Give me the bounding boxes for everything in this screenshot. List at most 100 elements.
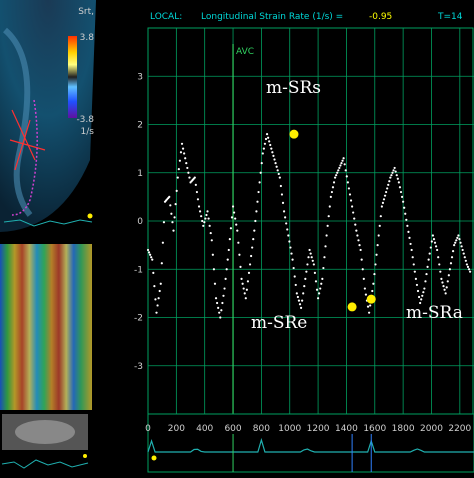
trace-point: [355, 229, 358, 232]
trace-point: [200, 215, 203, 218]
trace-point: [304, 277, 307, 280]
trace-point: [368, 311, 371, 314]
x-tick-label: 800: [253, 424, 270, 434]
trace-point: [424, 280, 427, 283]
trace-point: [410, 248, 413, 252]
trace-point: [230, 216, 234, 219]
trace-point: [448, 268, 452, 271]
trace-point: [204, 217, 207, 220]
trace-point: [236, 229, 239, 232]
trace-point: [357, 239, 360, 242]
trace-point: [239, 265, 242, 268]
trace-point: [284, 216, 287, 219]
trace-point: [223, 287, 226, 290]
trace-point: [181, 147, 185, 150]
trace-point: [226, 258, 229, 261]
trace-point: [461, 248, 464, 252]
trace-point: [272, 154, 275, 157]
y-tick-label: 0: [137, 217, 143, 227]
trace-point: [175, 189, 178, 192]
trace-point: [347, 187, 351, 190]
header-t-label: T=14: [437, 12, 463, 22]
trace-point: [411, 256, 414, 259]
trace-point: [186, 166, 189, 170]
trace-point: [373, 272, 376, 276]
echo-ecg-marker: [87, 213, 93, 219]
x-tick-label: 2200: [448, 424, 471, 434]
trace-point: [278, 176, 281, 179]
trace-point: [176, 176, 179, 179]
trace-point: [420, 298, 423, 301]
trace-point: [394, 170, 397, 173]
trace-point: [460, 245, 463, 248]
trace-point: [149, 253, 152, 256]
trace-point: [202, 224, 205, 227]
trace-point: [329, 195, 332, 198]
trace-point: [229, 227, 233, 230]
x-tick-label: 0: [145, 424, 151, 434]
trace-point: [385, 190, 388, 194]
trace-point: [443, 288, 446, 291]
trace-point: [225, 268, 228, 271]
scale-unit-label: Srt,: [78, 7, 94, 17]
trace-point: [466, 265, 470, 268]
trace-point: [193, 176, 196, 179]
x-tick-label: 1200: [307, 424, 330, 434]
trace-point: [376, 244, 379, 247]
thumbnail-ecg-trace: [1, 459, 89, 469]
x-tick-label: 200: [168, 424, 185, 434]
trace-point: [382, 198, 386, 201]
annotation-m-sre: m-SRe: [251, 313, 307, 333]
trace-point: [321, 277, 324, 280]
trace-point: [403, 206, 406, 209]
y-tick-label: -3: [134, 362, 143, 372]
y-tick-label: 2: [137, 121, 143, 131]
trace-point: [287, 234, 290, 237]
trace-point: [447, 274, 450, 277]
trace-point: [412, 263, 415, 266]
trace-point: [437, 256, 440, 259]
trace-point: [290, 252, 293, 255]
trace-point: [396, 177, 399, 180]
trace-point: [417, 295, 421, 299]
peak-marker: [366, 294, 376, 304]
trace-point: [374, 263, 377, 266]
trace-point: [279, 184, 282, 188]
trace-point: [425, 272, 428, 276]
trace-point: [423, 287, 426, 290]
trace-point: [306, 263, 309, 266]
trace-point: [359, 248, 362, 252]
trace-point: [445, 286, 448, 289]
trace-point: [316, 297, 320, 300]
trace-point: [213, 282, 217, 285]
trace-point: [222, 294, 225, 297]
trace-point: [184, 157, 187, 160]
trace-point: [391, 171, 394, 174]
trace-point: [242, 287, 245, 290]
color-mmode-panel: [0, 244, 92, 410]
trace-point: [150, 256, 153, 259]
trace-point: [336, 171, 339, 174]
trace-point: [433, 241, 437, 244]
trace-point: [224, 277, 227, 280]
trace-point: [172, 229, 175, 232]
trace-point: [238, 253, 241, 256]
trace-point: [280, 193, 284, 196]
trace-point: [416, 289, 420, 293]
trace-point: [277, 172, 280, 176]
trace-point: [440, 277, 443, 280]
trace-point: [251, 246, 254, 249]
trace-point: [415, 283, 419, 287]
trace-point: [178, 159, 181, 162]
trace-point: [343, 163, 346, 166]
trace-point: [409, 242, 412, 246]
trace-point: [180, 142, 184, 145]
trace-point: [259, 171, 262, 174]
trace-point: [312, 263, 315, 266]
trace-point: [210, 239, 213, 242]
trace-point: [146, 248, 150, 252]
trace-point: [158, 289, 161, 293]
trace-point: [268, 140, 271, 143]
trace-point: [220, 309, 223, 312]
strain-rate-plot-panel: LOCAL: Longitudinal Strain Rate (1/s) = …: [96, 0, 474, 474]
